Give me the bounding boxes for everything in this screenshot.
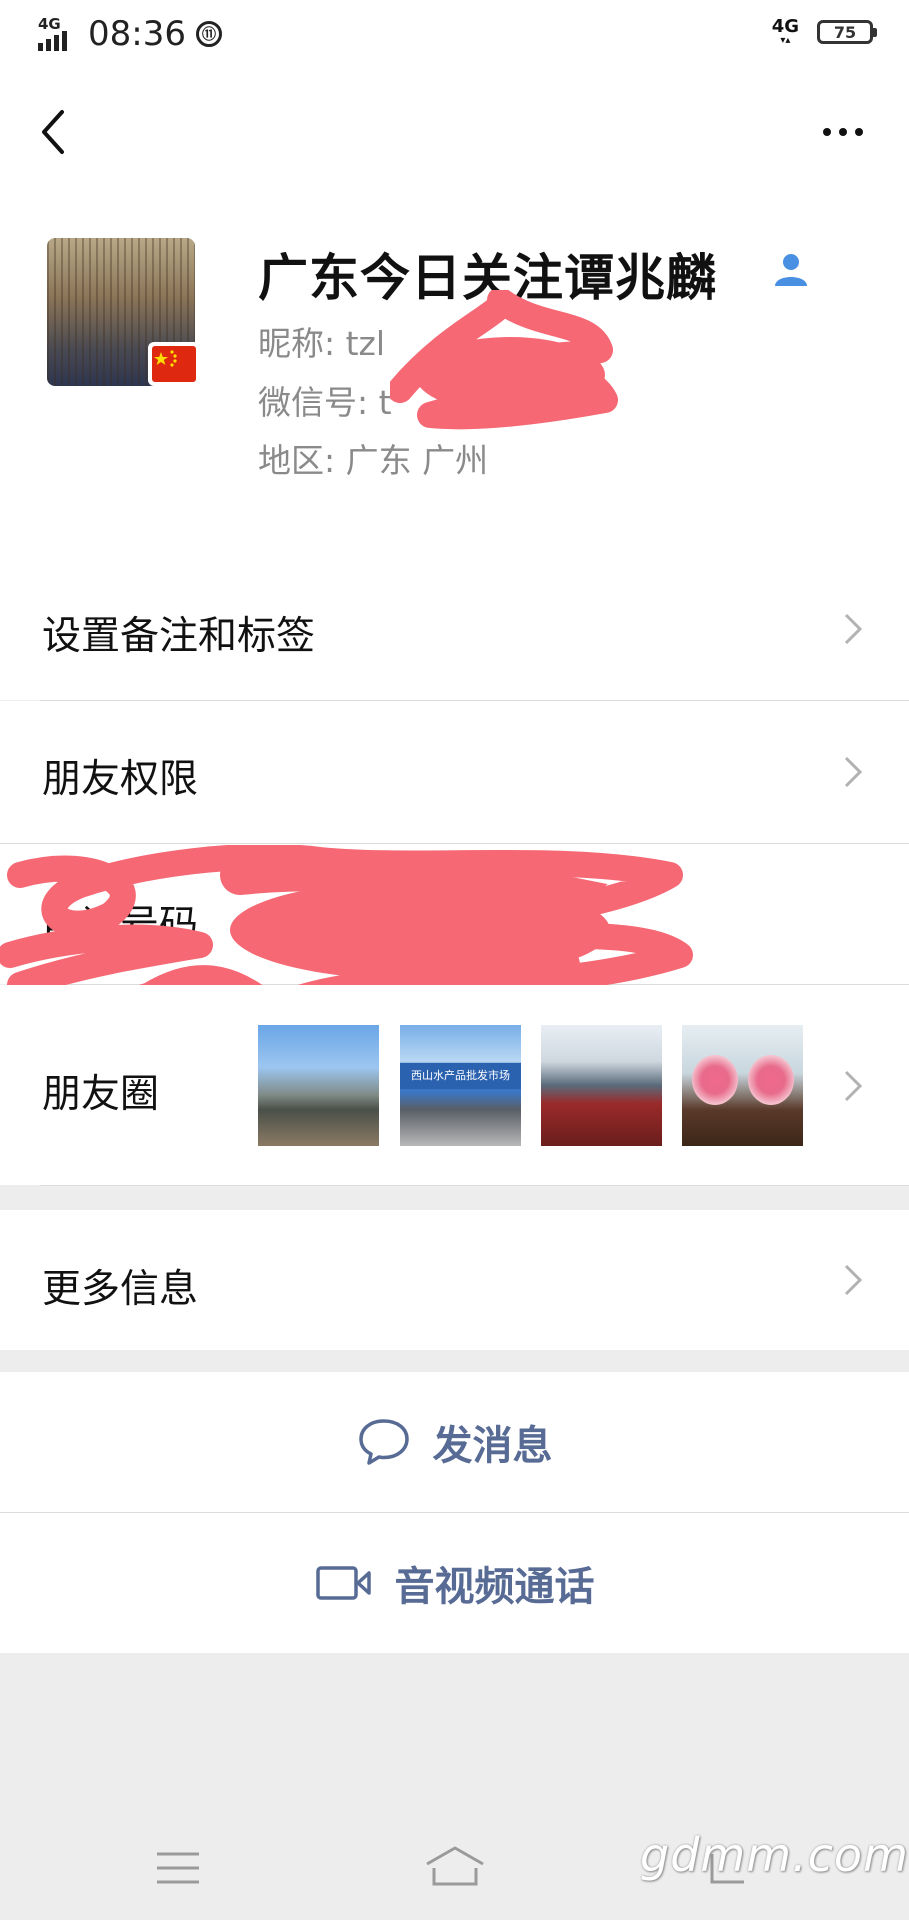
chevron-right-icon (844, 1070, 863, 1102)
phone-label: 电话号码 (42, 903, 199, 948)
china-flag-icon (148, 342, 200, 386)
status-right: 4G ▾▴ 75 (771, 16, 877, 46)
chevron-right-icon (844, 756, 863, 788)
remark-label: 设置备注和标签 (42, 614, 316, 659)
home-icon[interactable] (424, 1844, 486, 1888)
back-arrow-icon[interactable] (36, 106, 76, 158)
status-left: 4G 08:36 ⑪ (38, 14, 222, 54)
row-more-info[interactable]: 更多信息 (0, 1210, 909, 1350)
chevron-right-icon (844, 1264, 863, 1296)
video-call-label: 音视频通话 (394, 1564, 595, 1610)
chat-bubble-icon (358, 1419, 409, 1465)
status-time: 08:36 (88, 14, 186, 54)
network-4g-icon: 4G ▾▴ (771, 16, 799, 46)
chevron-right-icon (844, 613, 863, 645)
status-bar: 4G 08:36 ⑪ 4G ▾▴ 75 (0, 0, 909, 72)
battery-icon: 75 (817, 20, 877, 44)
more-options-icon[interactable] (823, 128, 863, 136)
battery-level: 75 (833, 22, 857, 42)
watermark: gdmm.com (640, 1828, 909, 1882)
moments-thumb-meeting[interactable] (541, 1025, 662, 1146)
permission-label: 朋友权限 (42, 757, 199, 802)
divider (40, 1185, 909, 1186)
moments-label: 朋友圈 (42, 1072, 160, 1117)
notification-icon: ⑪ (195, 21, 222, 47)
region: 地区: 广东 广州 (258, 441, 489, 480)
send-message-label: 发消息 (432, 1423, 553, 1469)
more-info-label: 更多信息 (42, 1267, 199, 1312)
video-call-button[interactable]: 音视频通话 (0, 1513, 909, 1653)
thumb-sign-text: 西山水产品批发市场 (400, 1063, 521, 1089)
nickname: 昵称: tzl (258, 324, 386, 363)
moments-thumb-market[interactable]: 西山水产品批发市场 (400, 1025, 521, 1146)
wechat-id: 微信号: t (258, 383, 392, 422)
row-phone[interactable]: 电话号码 (0, 844, 909, 984)
video-camera-icon (315, 1566, 371, 1600)
row-remark-tags[interactable]: 设置备注和标签 (0, 558, 909, 700)
row-friend-permission[interactable]: 朋友权限 (0, 701, 909, 843)
profile-name: 广东今日关注谭兆麟 (258, 249, 717, 307)
verified-person-icon (775, 254, 807, 286)
profile-card: 广东今日关注谭兆麟 昵称: tzl 微信号: t 地区: 广东 广州 (0, 190, 909, 558)
menu-icon[interactable] (155, 1850, 201, 1886)
moments-thumb-harbor[interactable] (258, 1025, 379, 1146)
top-navbar (0, 72, 909, 190)
send-message-button[interactable]: 发消息 (0, 1372, 909, 1512)
signal-icon: 4G (38, 15, 78, 51)
moments-thumb-flowers[interactable] (682, 1025, 803, 1146)
